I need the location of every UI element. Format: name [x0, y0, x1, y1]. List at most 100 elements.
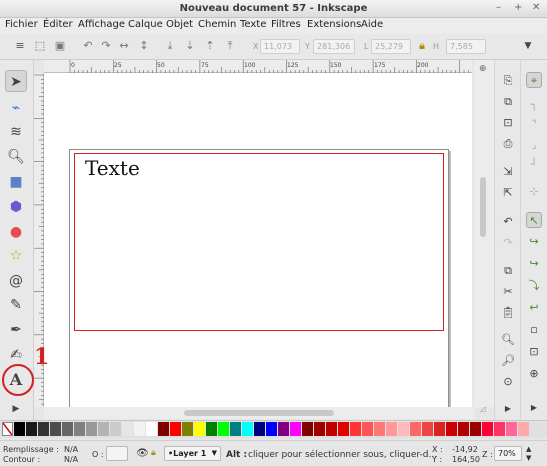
close-button[interactable]: ✕ [532, 2, 540, 13]
color-swatch[interactable] [194, 422, 205, 436]
horizontal-ruler[interactable]: 0 25 50 75 100 125 150 175 200 [44, 60, 472, 73]
zoom-up-icon[interactable]: ▲ [526, 445, 531, 453]
color-swatch[interactable] [134, 422, 145, 436]
selector-tool-icon[interactable]: ➤ [5, 70, 27, 92]
layer-select[interactable]: •Layer 1 ▼ [164, 446, 221, 461]
color-swatch[interactable] [110, 422, 121, 436]
raise-icon[interactable]: ⇡ [204, 40, 216, 52]
color-swatch[interactable] [482, 422, 493, 436]
color-swatch[interactable] [218, 422, 229, 436]
menu-affichage[interactable]: Affichage [78, 19, 125, 30]
menu-extensions[interactable]: Extensions [307, 19, 361, 30]
color-swatch[interactable] [182, 422, 193, 436]
lock-icon[interactable]: 🔒︎ [416, 40, 428, 52]
color-swatch[interactable] [470, 422, 481, 436]
color-swatch[interactable] [374, 422, 385, 436]
pencil-tool-icon[interactable]: ✎ [5, 294, 27, 316]
color-swatch[interactable] [62, 422, 73, 436]
pen-tool-icon[interactable]: ✒ [5, 319, 27, 341]
color-swatch[interactable] [266, 422, 277, 436]
color-swatch[interactable] [122, 422, 133, 436]
snap-bbox-corners-icon[interactable]: ⌟ [526, 137, 542, 153]
color-swatch[interactable] [254, 422, 265, 436]
color-swatch[interactable] [170, 422, 181, 436]
fill-value[interactable]: N/A [64, 445, 78, 454]
stroke-value[interactable]: N/A [64, 455, 78, 464]
opacity-field[interactable] [106, 446, 128, 461]
color-swatch[interactable] [446, 422, 457, 436]
paste-icon[interactable]: 📋︎ [501, 306, 515, 320]
color-swatch[interactable] [410, 422, 421, 436]
snap-object-centers-icon[interactable]: ⊡ [526, 344, 542, 360]
menu-filtres[interactable]: Filtres [271, 19, 301, 30]
visibility-eye-icon[interactable]: 👁︎ [136, 448, 149, 459]
rotate-cw-icon[interactable]: ↷ [100, 40, 112, 52]
snap-cusp-nodes-icon[interactable]: ⤵ [526, 278, 542, 294]
maximize-button[interactable]: + [514, 2, 522, 13]
color-swatch[interactable] [50, 422, 61, 436]
color-swatch[interactable] [434, 422, 445, 436]
color-swatch[interactable] [338, 422, 349, 436]
copy-icon[interactable]: ⧉ [501, 264, 515, 278]
star-tool-icon[interactable]: ☆ [5, 245, 27, 267]
expand-snap-icon[interactable]: ▶ [526, 400, 542, 416]
vertical-scrollbar[interactable]: ⊕ ◿ [474, 60, 494, 413]
flip-vertical-icon[interactable]: ↕ [138, 40, 150, 52]
raise-to-top-icon[interactable]: ⤒ [224, 40, 236, 52]
color-swatch[interactable] [494, 422, 505, 436]
undo-icon[interactable]: ↶ [501, 215, 515, 229]
select-all-icon[interactable]: ≡ [14, 40, 26, 52]
menu-fichier[interactable]: Fichier [5, 19, 38, 30]
snap-bbox-icon[interactable]: ┐ [526, 97, 542, 113]
color-swatch[interactable] [14, 422, 25, 436]
height-field[interactable]: 7,585 [446, 39, 486, 54]
color-swatch[interactable] [242, 422, 253, 436]
print-icon[interactable]: ⎙ [501, 137, 515, 151]
zoom-field[interactable]: 70% [494, 446, 522, 461]
enable-snapping-icon[interactable]: ⌖ [526, 72, 542, 88]
minimize-button[interactable]: – [496, 2, 501, 13]
color-swatch[interactable] [86, 422, 97, 436]
color-swatch[interactable] [302, 422, 313, 436]
zoom-selection-icon[interactable]: 🔍︎ [501, 333, 515, 347]
redo-icon[interactable]: ↷ [501, 236, 515, 250]
snap-bbox-edges-icon[interactable]: ⌝ [526, 117, 542, 133]
horizontal-scrollbar[interactable] [44, 407, 474, 419]
cut-icon[interactable]: ✂ [501, 285, 515, 299]
y-field[interactable]: 281,306 [313, 39, 355, 54]
deselect-icon[interactable]: ▣ [54, 40, 66, 52]
color-swatch[interactable] [146, 422, 157, 436]
color-swatch[interactable] [506, 422, 517, 436]
color-swatch[interactable] [278, 422, 289, 436]
color-swatch[interactable] [326, 422, 337, 436]
tweak-tool-icon[interactable]: ≋ [5, 121, 27, 143]
new-document-icon[interactable]: ⎘ [501, 74, 515, 88]
color-swatch[interactable] [350, 422, 361, 436]
color-swatch[interactable] [518, 422, 529, 436]
color-swatch[interactable] [26, 422, 37, 436]
import-icon[interactable]: ⇲ [501, 165, 515, 179]
color-swatch[interactable] [290, 422, 301, 436]
menu-texte[interactable]: Texte [240, 19, 266, 30]
vertical-scroll-thumb[interactable] [480, 177, 486, 237]
drawing-canvas[interactable]: Texte [44, 73, 472, 407]
color-swatch[interactable] [314, 422, 325, 436]
lower-icon[interactable]: ⇣ [184, 40, 196, 52]
color-swatch[interactable] [398, 422, 409, 436]
menu-editer[interactable]: Éditer [43, 19, 73, 30]
snap-bbox-centers-icon[interactable]: ⊹ [526, 184, 542, 200]
zoom-page-icon[interactable]: ⊙ [501, 375, 515, 389]
color-swatch[interactable] [206, 422, 217, 436]
select-all-layers-icon[interactable]: ⬚ [34, 40, 46, 52]
expand-commands-icon[interactable]: ▶ [501, 402, 515, 416]
lower-to-bottom-icon[interactable]: ⤓ [164, 40, 176, 52]
color-swatch[interactable] [230, 422, 241, 436]
text-object[interactable]: Texte [85, 156, 140, 180]
snap-bbox-midpoints-icon[interactable]: ┘ [526, 157, 542, 173]
color-swatch[interactable] [38, 422, 49, 436]
width-field[interactable]: 25,279 [371, 39, 411, 54]
zoom-corner-icon[interactable]: ⊕ [479, 64, 487, 74]
no-paint-swatch[interactable] [2, 422, 13, 436]
snap-rotation-centers-icon[interactable]: ⊕ [526, 366, 542, 382]
rotate-ccw-icon[interactable]: ↶ [82, 40, 94, 52]
